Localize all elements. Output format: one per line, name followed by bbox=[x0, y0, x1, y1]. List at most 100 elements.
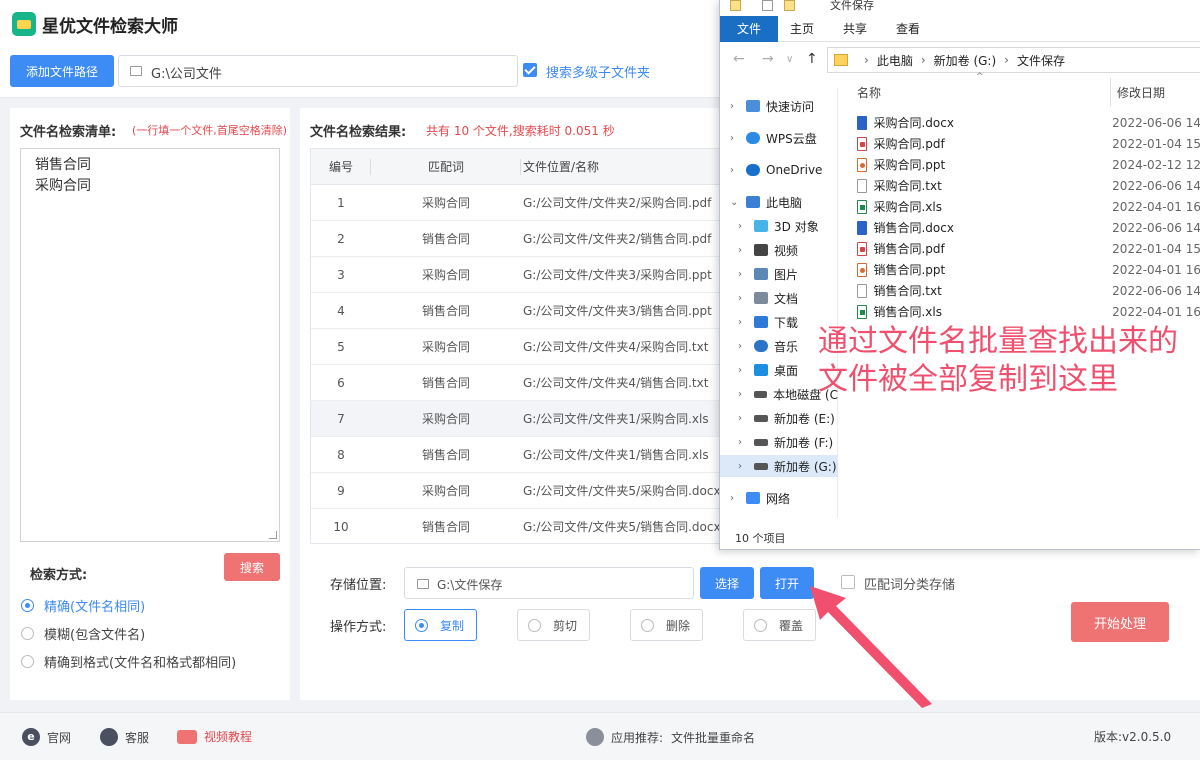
chevron-right-icon: › bbox=[738, 316, 742, 328]
folder-icon bbox=[730, 0, 741, 11]
footer-site-link[interactable]: e 官网 bbox=[22, 728, 71, 746]
mode-fuzzy-radio[interactable]: 模糊(包含文件名) bbox=[21, 624, 146, 643]
explorer-ribbon: 文件 主页 共享 查看 bbox=[720, 16, 1200, 42]
file-item[interactable]: 采购合同.docx 2022-06-06 14 bbox=[857, 112, 1200, 133]
search-subfolders-label[interactable]: 搜索多级子文件夹 bbox=[546, 62, 650, 81]
ribbon-tab-home[interactable]: 主页 bbox=[790, 16, 814, 42]
radio-icon bbox=[21, 654, 34, 668]
ribbon-tab-share[interactable]: 共享 bbox=[843, 16, 867, 42]
column-separator[interactable] bbox=[1110, 78, 1111, 106]
row-number: 2 bbox=[337, 231, 345, 246]
col-match-header[interactable]: 匹配词 bbox=[371, 149, 521, 185]
footer-service-link[interactable]: 客服 bbox=[100, 728, 149, 746]
network-icon bbox=[746, 492, 760, 504]
folder-icon bbox=[417, 579, 429, 589]
search-names-textarea[interactable]: 销售合同 采购合同 bbox=[20, 148, 280, 542]
chevron-right-icon: › bbox=[730, 164, 734, 176]
tree-item[interactable]: › OneDrive bbox=[720, 159, 838, 181]
footer-recommend-app[interactable]: 文件批量重命名 bbox=[671, 729, 755, 746]
drive-icon bbox=[754, 462, 768, 470]
mode-format-radio[interactable]: 精确到格式(文件名和格式都相同) bbox=[21, 652, 236, 671]
search-subfolders-checkbox[interactable] bbox=[523, 63, 537, 77]
chevron-right-icon: › bbox=[738, 460, 742, 472]
col-number-header[interactable]: 编号 bbox=[311, 149, 371, 185]
search-button[interactable]: 搜索 bbox=[224, 553, 280, 581]
file-item[interactable]: 采购合同.pdf 2022-01-04 15 bbox=[857, 133, 1200, 154]
tree-item-selected[interactable]: › 新加卷 (G:) bbox=[720, 455, 838, 477]
chevron-right-icon: › bbox=[738, 364, 742, 376]
row-number: 7 bbox=[337, 411, 345, 426]
row-match-word: 采购合同 bbox=[421, 484, 470, 498]
tree-item-label: 视频 bbox=[774, 243, 799, 258]
address-segment[interactable]: 文件保存 bbox=[1017, 52, 1065, 69]
choose-folder-button[interactable]: 选择 bbox=[700, 567, 754, 599]
tree-item[interactable]: › 文档 bbox=[720, 287, 838, 309]
ribbon-tab-view[interactable]: 查看 bbox=[896, 16, 920, 42]
tree-item-label: 新加卷 (F:) bbox=[774, 435, 834, 450]
column-name-header[interactable]: 名称 bbox=[857, 84, 881, 101]
file-item[interactable]: 采购合同.txt 2022-06-06 14 bbox=[857, 175, 1200, 196]
resize-grip-icon[interactable] bbox=[269, 531, 277, 539]
file-item[interactable]: 销售合同.docx 2022-06-06 14 bbox=[857, 217, 1200, 238]
operation-label: 操作方式: bbox=[330, 620, 387, 635]
file-item[interactable]: 销售合同.pdf 2022-01-04 15 bbox=[857, 238, 1200, 259]
tree-item-label: WPS云盘 bbox=[766, 131, 817, 146]
row-match-word: 采购合同 bbox=[421, 268, 470, 282]
tree-item[interactable]: › 新加卷 (F:) bbox=[720, 431, 838, 453]
website-icon: e bbox=[22, 728, 40, 746]
tree-item[interactable]: › 快速访问 bbox=[720, 95, 838, 117]
new-folder-icon[interactable] bbox=[784, 0, 795, 11]
store-location-input[interactable]: G:\文件保存 bbox=[404, 567, 694, 599]
onedrive-icon bbox=[746, 164, 760, 176]
app-title: 星优文件检索大师 bbox=[42, 17, 178, 37]
op-delete-radio[interactable]: 删除 bbox=[630, 609, 703, 641]
tree-item[interactable]: ⌄ 此电脑 bbox=[720, 191, 838, 213]
file-date: 2022-01-04 15 bbox=[1112, 136, 1200, 151]
tree-item-label: 新加卷 (E:) bbox=[774, 411, 835, 426]
file-item[interactable]: 采购合同.ppt 2024-02-12 12 bbox=[857, 154, 1200, 175]
tree-item[interactable]: › 视频 bbox=[720, 239, 838, 261]
file-item[interactable]: 销售合同.xls 2022-04-01 16 bbox=[857, 301, 1200, 322]
ribbon-tab-file[interactable]: 文件 bbox=[720, 16, 778, 42]
row-match-word: 采购合同 bbox=[421, 412, 470, 426]
tree-item[interactable]: › 图片 bbox=[720, 263, 838, 285]
forward-arrow-icon[interactable]: → bbox=[762, 51, 774, 67]
up-arrow-icon[interactable]: ↑ bbox=[806, 51, 818, 67]
footer-recommend[interactable]: 应用推荐: 文件批量重命名 bbox=[586, 728, 755, 746]
tree-item-label: 此电脑 bbox=[766, 195, 803, 210]
tree-item-label: 新加卷 (G:) bbox=[774, 459, 837, 474]
op-copy-radio[interactable]: 复制 bbox=[404, 609, 477, 641]
tree-item[interactable]: › WPS云盘 bbox=[720, 127, 838, 149]
add-path-button[interactable]: 添加文件路径 bbox=[10, 55, 114, 87]
back-arrow-icon[interactable]: ← bbox=[733, 51, 745, 67]
file-item[interactable]: 销售合同.ppt 2022-04-01 16 bbox=[857, 259, 1200, 280]
op-cut-radio[interactable]: 剪切 bbox=[517, 609, 590, 641]
tree-item[interactable]: › 网络 bbox=[720, 487, 838, 509]
mode-exact-radio[interactable]: 精确(文件名相同) bbox=[21, 596, 145, 615]
address-bar[interactable]: › 此电脑 › 新加卷 (G:) › 文件保存 bbox=[827, 47, 1200, 73]
recent-chevron-icon[interactable]: ∨ bbox=[786, 54, 793, 65]
properties-icon[interactable] bbox=[762, 0, 773, 11]
address-segment[interactable]: 此电脑 bbox=[877, 52, 913, 69]
video-icon bbox=[754, 244, 768, 256]
ppt-file-icon bbox=[857, 157, 868, 172]
search-name-line: 销售合同 bbox=[35, 157, 91, 173]
radio-icon bbox=[641, 618, 654, 632]
file-item[interactable]: 销售合同.txt 2022-06-06 14 bbox=[857, 280, 1200, 301]
address-segment[interactable]: 新加卷 (G:) bbox=[934, 52, 997, 69]
mode-fuzzy-label: 模糊(包含文件名) bbox=[44, 627, 146, 643]
path-input[interactable]: G:\公司文件 bbox=[118, 55, 518, 87]
footer-version: 版本:v2.0.5.0 bbox=[1094, 730, 1172, 744]
explorer-titlebar: 文件保存 bbox=[720, 0, 1200, 14]
start-process-button[interactable]: 开始处理 bbox=[1071, 602, 1169, 642]
footer-video-link[interactable]: 视频教程 bbox=[177, 728, 252, 745]
row-number: 4 bbox=[337, 303, 345, 318]
tree-item[interactable]: › 3D 对象 bbox=[720, 215, 838, 237]
tree-item[interactable]: › 新加卷 (E:) bbox=[720, 407, 838, 429]
column-date-header[interactable]: 修改日期 bbox=[1117, 84, 1165, 101]
search-list-hint: (一行填一个文件,首尾空格清除) bbox=[132, 124, 288, 137]
search-mode-title: 检索方式: bbox=[30, 568, 88, 583]
radio-icon bbox=[21, 626, 34, 640]
tree-item-label: 下载 bbox=[774, 315, 799, 330]
file-item[interactable]: 采购合同.xls 2022-04-01 16 bbox=[857, 196, 1200, 217]
